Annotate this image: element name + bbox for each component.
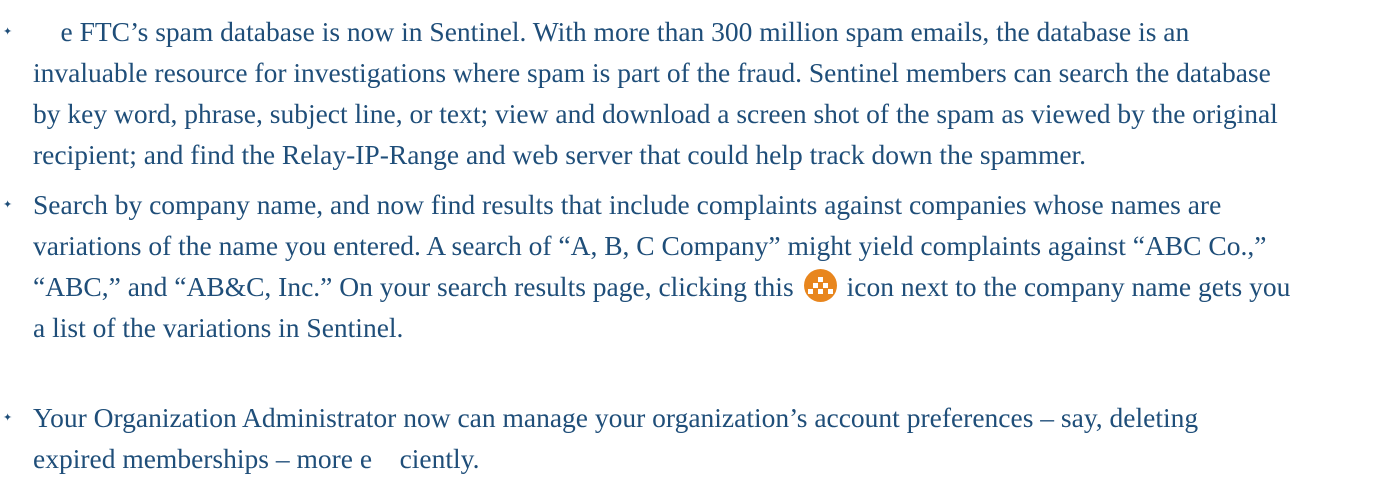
item-text-line: expired memberships – more e ciently. [33, 443, 480, 474]
item-text-line: Your Organization Administrator now can … [33, 402, 1199, 433]
bullet-icon: ✦ [3, 411, 13, 424]
company-variations-icon [803, 269, 837, 302]
item-text-segment: “ABC,” and “AB&C, Inc.” On your search r… [33, 271, 794, 302]
item-text-segment: icon next to the company name gets you [846, 271, 1291, 302]
item-text-line: invaluable resource for investigations w… [33, 57, 1271, 88]
item-text-line: a list of the variations in Sentinel. [33, 312, 404, 343]
list-item-company-search: ✦ Search by company name, and now find r… [3, 184, 1373, 348]
item-text-line: by key word, phrase, subject line, or te… [33, 98, 1278, 129]
item-text-line-with-icon: “ABC,” and “AB&C, Inc.” On your search r… [33, 266, 1373, 307]
list-item-spam-database: ✦ e FTC’s spam database is now in Sentin… [3, 11, 1373, 175]
item-text-line: e FTC’s spam database is now in Sentinel… [33, 16, 1190, 47]
bullet-icon: ✦ [3, 25, 13, 38]
bullet-icon: ✦ [3, 198, 13, 211]
document-page: ✦ e FTC’s spam database is now in Sentin… [0, 0, 1390, 486]
item-text-line: recipient; and find the Relay-IP-Range a… [33, 139, 1087, 170]
list-item-org-admin: ✦ Your Organization Administrator now ca… [3, 397, 1373, 479]
item-text-line: Search by company name, and now find res… [33, 189, 1222, 220]
item-text-line: variations of the name you entered. A se… [33, 230, 1267, 261]
